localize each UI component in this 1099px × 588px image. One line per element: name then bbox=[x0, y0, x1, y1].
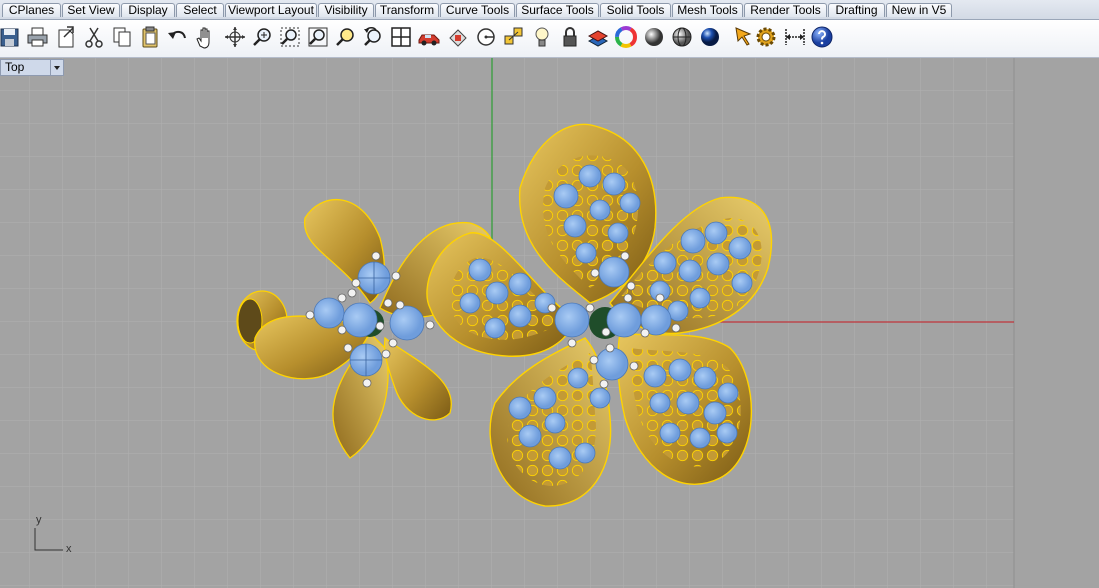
tab-new-in-v5[interactable]: New in V5 bbox=[886, 3, 952, 17]
tab-curve-tools[interactable]: Curve Tools bbox=[440, 3, 515, 17]
copy-icon[interactable] bbox=[109, 24, 135, 50]
axis-label-x: x bbox=[66, 543, 72, 555]
ribbon-tab-strip: CPlanes Set View Display Select Viewport… bbox=[0, 0, 1099, 20]
standard-toolbar bbox=[0, 20, 1099, 58]
tab-display[interactable]: Display bbox=[121, 3, 175, 17]
layer-icon[interactable] bbox=[585, 24, 611, 50]
pan-hand-icon[interactable] bbox=[192, 24, 218, 50]
lock-icon[interactable] bbox=[557, 24, 583, 50]
print-icon[interactable] bbox=[24, 24, 50, 50]
rendered-sphere-icon[interactable] bbox=[697, 24, 723, 50]
light-icon[interactable] bbox=[529, 24, 555, 50]
zoom-window-icon[interactable] bbox=[277, 24, 303, 50]
four-viewports-icon[interactable] bbox=[388, 24, 414, 50]
tab-set-view[interactable]: Set View bbox=[62, 3, 120, 17]
tab-visibility[interactable]: Visibility bbox=[318, 3, 374, 17]
tab-drafting[interactable]: Drafting bbox=[828, 3, 885, 17]
cut-icon[interactable] bbox=[81, 24, 107, 50]
undo-view-icon[interactable] bbox=[360, 24, 386, 50]
viewport-canvas[interactable] bbox=[0, 58, 1099, 588]
top-viewport[interactable]: y x Top bbox=[0, 58, 1099, 588]
tab-select[interactable]: Select bbox=[176, 3, 224, 17]
tab-surface-tools[interactable]: Surface Tools bbox=[516, 3, 599, 17]
wireframe-sphere-icon[interactable] bbox=[669, 24, 695, 50]
viewport-title-tab[interactable]: Top bbox=[0, 59, 65, 76]
shaded-sphere-icon[interactable] bbox=[641, 24, 667, 50]
car-icon[interactable] bbox=[416, 24, 442, 50]
zoom-icon[interactable] bbox=[250, 24, 276, 50]
help-icon[interactable] bbox=[809, 24, 835, 50]
rotate-view-icon[interactable] bbox=[222, 24, 248, 50]
gear-icon[interactable] bbox=[753, 24, 779, 50]
tab-mesh-tools[interactable]: Mesh Tools bbox=[672, 3, 743, 17]
zoom-extents-icon[interactable] bbox=[305, 24, 331, 50]
tab-solid-tools[interactable]: Solid Tools bbox=[600, 3, 671, 17]
tab-render-tools[interactable]: Render Tools bbox=[744, 3, 827, 17]
tab-cplanes[interactable]: CPlanes bbox=[2, 3, 61, 17]
export-icon[interactable] bbox=[53, 24, 79, 50]
axis-label-y: y bbox=[36, 514, 42, 526]
options-icon[interactable] bbox=[445, 24, 471, 50]
save-icon[interactable] bbox=[0, 24, 23, 50]
undo-icon[interactable] bbox=[165, 24, 191, 50]
points-icon[interactable] bbox=[501, 24, 527, 50]
zoom-selected-icon[interactable] bbox=[333, 24, 359, 50]
viewport-menu-dropdown[interactable] bbox=[51, 59, 65, 76]
dimension-icon[interactable] bbox=[782, 24, 808, 50]
tab-viewport-layout[interactable]: Viewport Layout bbox=[225, 3, 317, 17]
viewport-title[interactable]: Top bbox=[0, 59, 52, 76]
color-wheel-icon[interactable] bbox=[613, 24, 639, 50]
circle-snap-icon[interactable] bbox=[473, 24, 499, 50]
tab-transform[interactable]: Transform bbox=[375, 3, 439, 17]
paste-icon[interactable] bbox=[137, 24, 163, 50]
